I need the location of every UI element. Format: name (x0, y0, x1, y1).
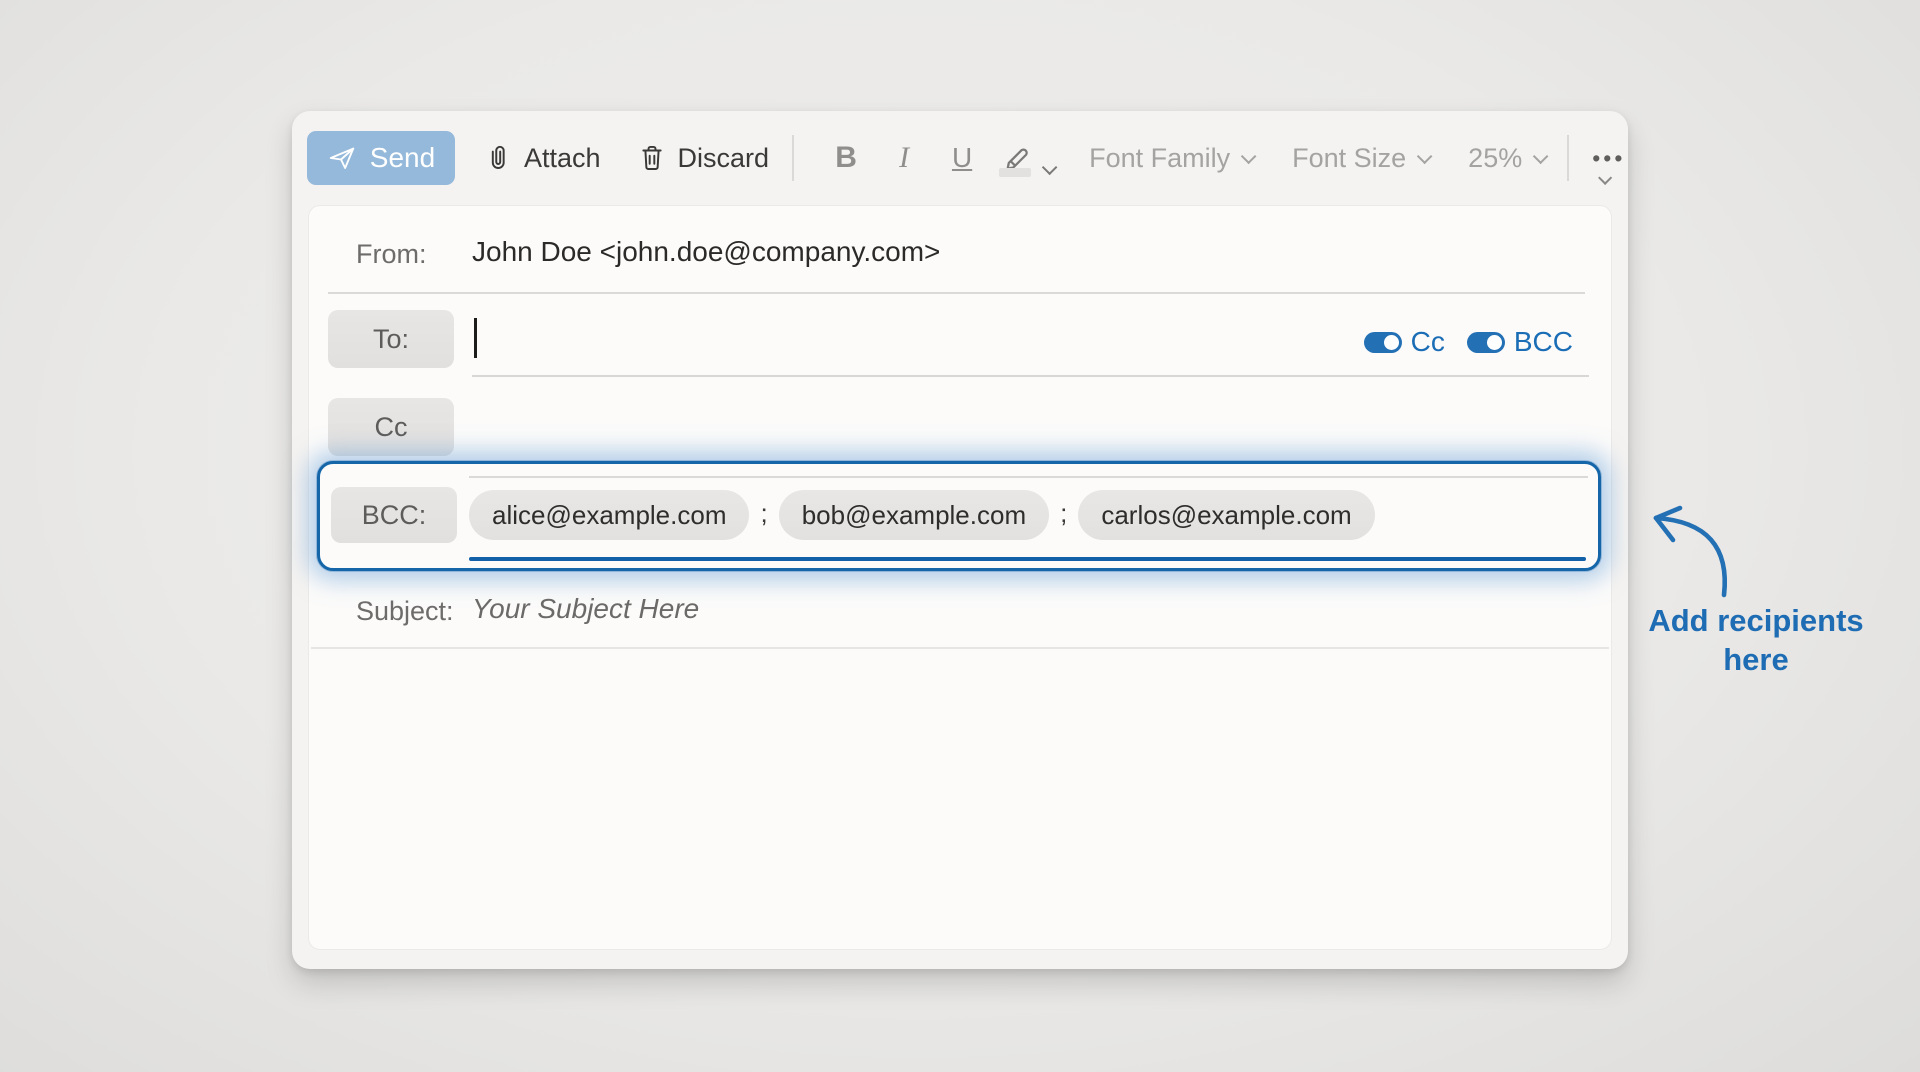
recipient-pill[interactable]: bob@example.com (779, 490, 1049, 540)
chevron-down-icon (1042, 160, 1058, 176)
subject-label: Subject: (356, 596, 454, 627)
font-size-dropdown[interactable]: Font Size (1292, 143, 1428, 174)
to-field-button[interactable]: To: (328, 310, 454, 368)
discard-label: Discard (678, 143, 770, 174)
toolbar-separator (1567, 135, 1569, 181)
underline-button[interactable]: U (933, 142, 991, 174)
paperclip-icon (484, 143, 512, 173)
bcc-input-topline (469, 476, 1588, 478)
bcc-toggle-label: BCC (1514, 326, 1573, 358)
from-label: From: (356, 239, 427, 270)
compose-screen: Send Attach Discard (0, 0, 1920, 1072)
chevron-down-icon (1241, 148, 1257, 164)
font-family-label: Font Family (1089, 143, 1230, 174)
annotation-arrow-icon (1638, 499, 1748, 603)
text-caret (474, 318, 477, 358)
toolbar-separator (792, 135, 794, 181)
subject-input[interactable]: Your Subject Here (472, 593, 699, 625)
compose-window: Send Attach Discard (292, 111, 1628, 969)
highlight-color-swatch (999, 168, 1031, 177)
toggle-on-icon (1364, 332, 1402, 353)
more-options-button[interactable]: ••• (1592, 145, 1625, 172)
font-size-label: Font Size (1292, 143, 1406, 174)
zoom-dropdown[interactable]: 25% (1468, 143, 1544, 174)
recipient-pill[interactable]: alice@example.com (469, 490, 749, 540)
bcc-toggle[interactable]: BCC (1467, 326, 1573, 358)
zoom-value: 25% (1468, 143, 1522, 174)
annotation-line1: Add recipients (1636, 601, 1876, 640)
highlighter-button[interactable] (1001, 141, 1053, 175)
compose-toolbar: Send Attach Discard (292, 111, 1628, 205)
bcc-field-highlighted[interactable]: BCC: alice@example.com ; bob@example.com… (317, 461, 1601, 571)
bold-button[interactable]: B (817, 141, 875, 175)
recipient-pill[interactable]: carlos@example.com (1078, 490, 1374, 540)
cc-field-button[interactable]: Cc (328, 398, 454, 456)
to-input[interactable] (469, 306, 1251, 372)
to-input-underline (472, 375, 1589, 377)
chevron-down-icon (1417, 148, 1433, 164)
toolbar-expand-button[interactable] (1598, 173, 1608, 188)
annotation-line2: here (1636, 640, 1876, 679)
toggle-on-icon (1467, 332, 1505, 353)
recipient-separator: ; (760, 498, 767, 533)
attach-button[interactable]: Attach (484, 143, 601, 174)
attach-label: Attach (524, 143, 601, 174)
send-label: Send (370, 142, 435, 174)
bcc-input-underline (469, 557, 1586, 561)
font-family-dropdown[interactable]: Font Family (1089, 143, 1252, 174)
chevron-down-icon (1533, 148, 1549, 164)
send-button[interactable]: Send (307, 131, 455, 185)
annotation-text: Add recipients here (1636, 601, 1876, 679)
from-value: John Doe <john.doe@company.com> (472, 236, 940, 268)
row-divider (328, 292, 1585, 294)
highlighter-pen-icon (1001, 141, 1035, 175)
message-body-input[interactable] (311, 649, 1609, 947)
send-plane-icon (327, 143, 357, 173)
bcc-field-button[interactable]: BCC: (331, 487, 457, 543)
message-panel: From: John Doe <john.doe@company.com> To… (308, 205, 1612, 950)
italic-button[interactable]: I (875, 141, 933, 175)
bcc-recipient-list: alice@example.com ; bob@example.com ; ca… (469, 490, 1375, 540)
recipient-toggles: Cc BCC (1364, 326, 1573, 358)
cc-toggle[interactable]: Cc (1364, 326, 1445, 358)
trash-icon (638, 143, 666, 173)
recipient-separator: ; (1060, 498, 1067, 533)
cc-toggle-label: Cc (1411, 326, 1445, 358)
discard-button[interactable]: Discard (638, 143, 770, 174)
